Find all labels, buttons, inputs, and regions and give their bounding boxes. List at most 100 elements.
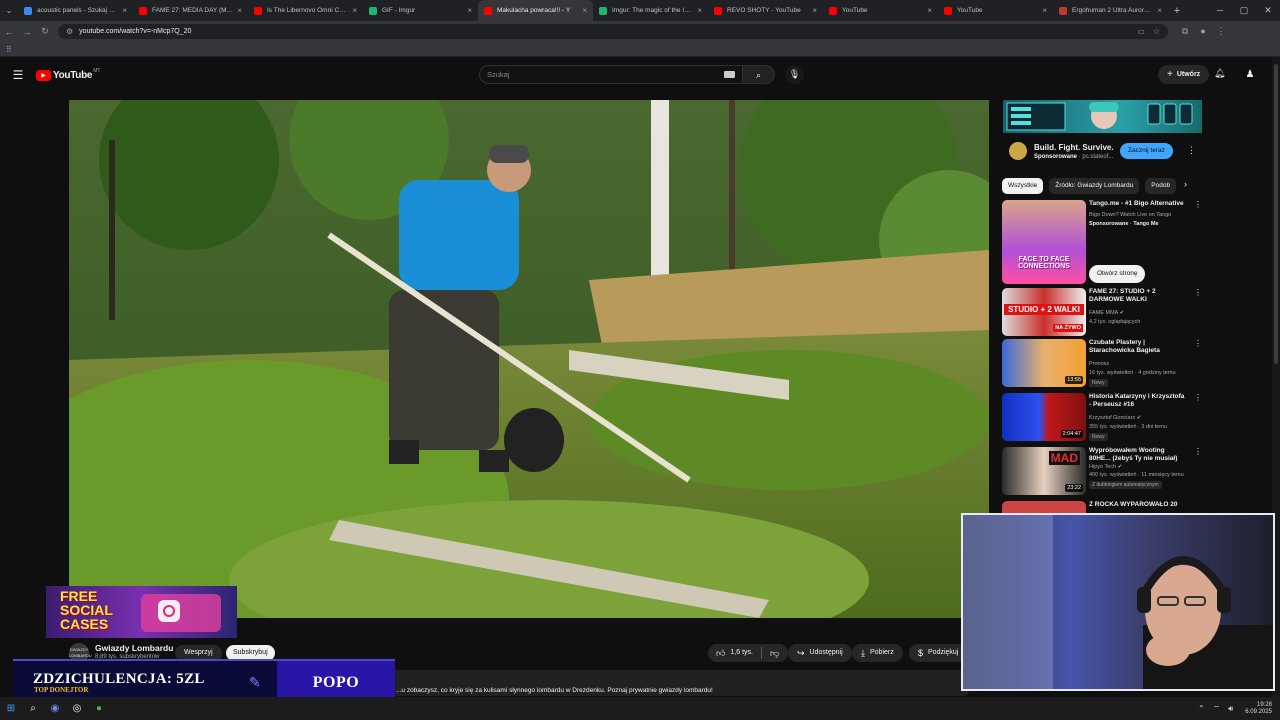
like-button[interactable]: 👍︎ 1,6 tys.	[708, 644, 761, 662]
video-thumbnail[interactable]: FACE TO FACE CONNECTIONS	[1002, 200, 1086, 284]
clock[interactable]: 19:28 6.09.2025	[1245, 702, 1272, 716]
more-options-icon[interactable]: ⋮	[1194, 200, 1202, 209]
discord-icon[interactable]: ◉	[44, 700, 66, 718]
ad-banner-image[interactable]	[1003, 100, 1202, 133]
recommendation-title[interactable]: Z ROCKA WYPAROWAŁO 20	[1089, 501, 1187, 509]
video-thumbnail[interactable]: STUDIO + 2 WALKI NA ŻYWO	[1002, 288, 1086, 336]
browser-tab[interactable]: FAME 27: MEDIA DAY (Media ×	[133, 0, 248, 21]
share-button[interactable]: ↪ Udostępnij	[788, 644, 852, 662]
ad-cta-button[interactable]: Zacznij teraz	[1120, 143, 1173, 159]
volume-icon[interactable]: 🔊︎	[1228, 704, 1233, 714]
channel-name[interactable]: Gwiazdy Lombardu	[95, 643, 173, 653]
recommendation-item[interactable]: 13:55 Czubate Plastery | Starachowicka B…	[1002, 339, 1202, 387]
chrome-icon[interactable]: ●	[88, 700, 110, 718]
recommendation-title[interactable]: FAME 27: STUDIO + 2 DARMOWE WALKI	[1089, 288, 1187, 304]
browser-tab[interactable]: YouTube ×	[823, 0, 938, 21]
recommendation-item[interactable]: Z ROCKA WYPAROWAŁO 20	[1002, 501, 1196, 513]
ad-title[interactable]: Build. Fight. Survive.	[1034, 143, 1114, 152]
tab-close-icon[interactable]: ×	[237, 6, 242, 15]
browser-tab[interactable]: YouTube ×	[938, 0, 1053, 21]
search-input[interactable]: Szukaj	[479, 65, 743, 84]
bookmark-star-icon[interactable]: ☆	[1153, 27, 1160, 36]
minimize-icon[interactable]: ─	[1208, 0, 1232, 21]
recommendation-title[interactable]: Tango.me - #1 Bigo Alternative	[1089, 200, 1187, 208]
recommendation-title[interactable]: Historia Katarzyny i Krzysztofa - Perseu…	[1089, 393, 1187, 409]
more-options-icon[interactable]: ⋮	[1194, 339, 1202, 348]
scrollbar-thumb[interactable]	[1274, 64, 1278, 364]
obs-icon[interactable]: ◎	[66, 700, 88, 718]
browser-tab[interactable]: acoustic panels - Szukaj w Go ×	[18, 0, 133, 21]
cast-icon[interactable]: ▭	[1137, 27, 1145, 36]
video-thumbnail[interactable]: 13:55	[1002, 339, 1086, 387]
video-thumbnail[interactable]: MAD 23:22	[1002, 447, 1086, 495]
browser-tab[interactable]: Makulacha powraca!!! - Y ×	[478, 0, 593, 21]
browser-tab[interactable]: Ergohuman 2 Ultra Aurora W ×	[1053, 0, 1168, 21]
chip-similar[interactable]: Podob	[1145, 178, 1177, 194]
open-page-button[interactable]: Otwórz stronę	[1089, 265, 1146, 283]
chip-source[interactable]: Źródło: Gwiazdy Lombardu	[1049, 178, 1140, 194]
start-icon[interactable]: ⊞	[0, 700, 22, 718]
keyboard-icon[interactable]	[724, 71, 735, 78]
recommendation-item[interactable]: 2:04:47 Historia Katarzyny i Krzysztofa …	[1002, 393, 1202, 441]
profile-icon[interactable]: ●	[1194, 26, 1212, 37]
tab-close-icon[interactable]: ×	[1042, 6, 1047, 15]
tab-close-icon[interactable]: ×	[812, 6, 817, 15]
forward-icon[interactable]: →	[18, 27, 36, 37]
video-player[interactable]	[69, 100, 989, 618]
ad-menu-icon[interactable]: ⋮	[1187, 145, 1196, 156]
recommendation-item[interactable]: STUDIO + 2 WALKI NA ŻYWO FAME 27: STUDIO…	[1002, 288, 1202, 336]
reload-icon[interactable]: ↻	[36, 26, 54, 37]
recommendation-channel[interactable]: Bigo Down? Watch Live on Tango	[1089, 212, 1171, 218]
more-options-icon[interactable]: ⋮	[1194, 447, 1202, 456]
address-bar[interactable]: ⚙ youtube.com/watch?v=-nMcp7Q_20 ▭ ☆	[58, 24, 1168, 39]
recommendation-channel[interactable]: Hipyo Tech ✔	[1089, 464, 1122, 470]
browser-tab[interactable]: Imgur: The magic of the Inter ×	[593, 0, 708, 21]
recommendation-title[interactable]: Czubate Plastery | Starachowicka Bagieta	[1089, 339, 1187, 355]
apps-icon[interactable]: ⠿	[6, 45, 12, 54]
thumbnail-caption: STUDIO + 2 WALKI	[1004, 304, 1084, 315]
chevron-up-icon[interactable]: ⌃	[1198, 704, 1205, 713]
notifications-bell-icon[interactable]: 🔔︎	[1214, 68, 1225, 79]
download-button[interactable]: ⤓ Pobierz	[852, 644, 903, 662]
tab-close-icon[interactable]: ×	[122, 6, 127, 15]
extensions-icon[interactable]: ⧉	[1176, 26, 1194, 37]
tab-close-icon[interactable]: ×	[697, 6, 702, 15]
dislike-button[interactable]: 👎︎	[762, 644, 787, 662]
youtube-logo[interactable]: ▶ YouTube MT	[36, 68, 100, 81]
tab-close-icon[interactable]: ×	[467, 6, 472, 15]
recommendation-channel[interactable]: Pronosz	[1089, 361, 1109, 367]
video-thumbnail[interactable]	[1002, 501, 1086, 513]
search-button[interactable]: ⌕	[743, 65, 775, 84]
recommendation-item[interactable]: MAD 23:22 Wypróbowałem Wooting 80HE... (…	[1002, 447, 1202, 495]
create-button[interactable]: + Utwórz	[1158, 65, 1210, 84]
chevron-right-icon[interactable]: ›	[1184, 179, 1187, 189]
tab-close-icon[interactable]: ×	[352, 6, 357, 15]
account-avatar[interactable]: ♟	[1244, 68, 1256, 81]
wifi-icon[interactable]: ⌔	[1213, 704, 1221, 714]
recommendation-title[interactable]: Wypróbowałem Wooting 80HE... (żebyś Ty n…	[1089, 447, 1187, 463]
tab-close-icon[interactable]: ×	[1157, 6, 1162, 15]
voice-search-button[interactable]: 🎙︎	[785, 65, 804, 84]
back-icon[interactable]: ←	[0, 27, 18, 37]
recommendation-channel[interactable]: FAME MMA ✔	[1089, 310, 1124, 316]
more-options-icon[interactable]: ⋮	[1194, 393, 1202, 402]
browser-tab[interactable]: Is The Libernovo Omni Chair ×	[248, 0, 363, 21]
tab-close-icon[interactable]: ×	[582, 6, 587, 15]
sidebar-ad[interactable]: Build. Fight. Survive. Sponsorowane · pc…	[1003, 100, 1202, 170]
close-icon[interactable]: ✕	[1256, 0, 1280, 21]
recommendation-channel[interactable]: Krzysztof Gonciarz ✔	[1089, 415, 1141, 421]
menu-icon[interactable]: ⋮	[1212, 26, 1230, 37]
new-tab-button[interactable]: +	[1168, 5, 1186, 17]
browser-tab[interactable]: GIF - Imgur ×	[363, 0, 478, 21]
browser-tab[interactable]: REVO SHOTY - YouTube ×	[708, 0, 823, 21]
thanks-button[interactable]: $ Podziękuj	[909, 644, 968, 662]
video-thumbnail[interactable]: 2:04:47	[1002, 393, 1086, 441]
chip-all[interactable]: Wszystkie	[1002, 178, 1044, 194]
tab-close-icon[interactable]: ×	[927, 6, 932, 15]
maximize-icon[interactable]: ▢	[1232, 0, 1256, 21]
site-info-icon[interactable]: ⚙	[66, 27, 73, 36]
tab-search-button[interactable]: ⌄	[0, 0, 18, 21]
more-options-icon[interactable]: ⋮	[1194, 288, 1202, 297]
menu-hamburger-icon[interactable]: ☰	[0, 68, 36, 82]
search-icon[interactable]: ⌕	[22, 700, 44, 718]
